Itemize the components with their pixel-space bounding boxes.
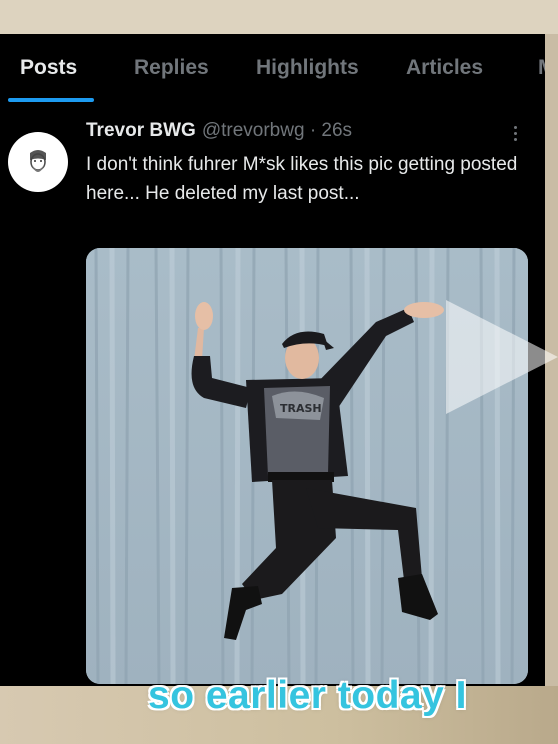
active-tab-indicator (8, 98, 94, 102)
video-caption: so earlier today I (148, 674, 467, 717)
avatar[interactable] (8, 132, 68, 192)
tab-media[interactable]: M (538, 56, 545, 80)
profile-tabs: Posts Replies Highlights Articles M (0, 34, 545, 104)
bearded-face-icon (30, 150, 46, 172)
tab-highlights[interactable]: Highlights (256, 56, 359, 80)
post-header: Trevor BWG @trevorbwg · 26s (86, 120, 352, 142)
author-handle[interactable]: @trevorbwg (202, 120, 305, 141)
post-text: I don't think fuhrer M*sk likes this pic… (86, 154, 518, 204)
tab-articles[interactable]: Articles (406, 56, 483, 80)
separator-dot: · (309, 120, 317, 141)
backdrop-top (0, 0, 558, 34)
video-play-icon[interactable] (446, 300, 558, 414)
post-time[interactable]: 26s (321, 120, 352, 141)
tab-replies[interactable]: Replies (134, 56, 209, 80)
author-name[interactable]: Trevor BWG (86, 120, 196, 141)
tab-posts[interactable]: Posts (20, 56, 77, 80)
shirt-print: TRASH (280, 402, 322, 415)
more-options-icon[interactable] (506, 118, 524, 148)
